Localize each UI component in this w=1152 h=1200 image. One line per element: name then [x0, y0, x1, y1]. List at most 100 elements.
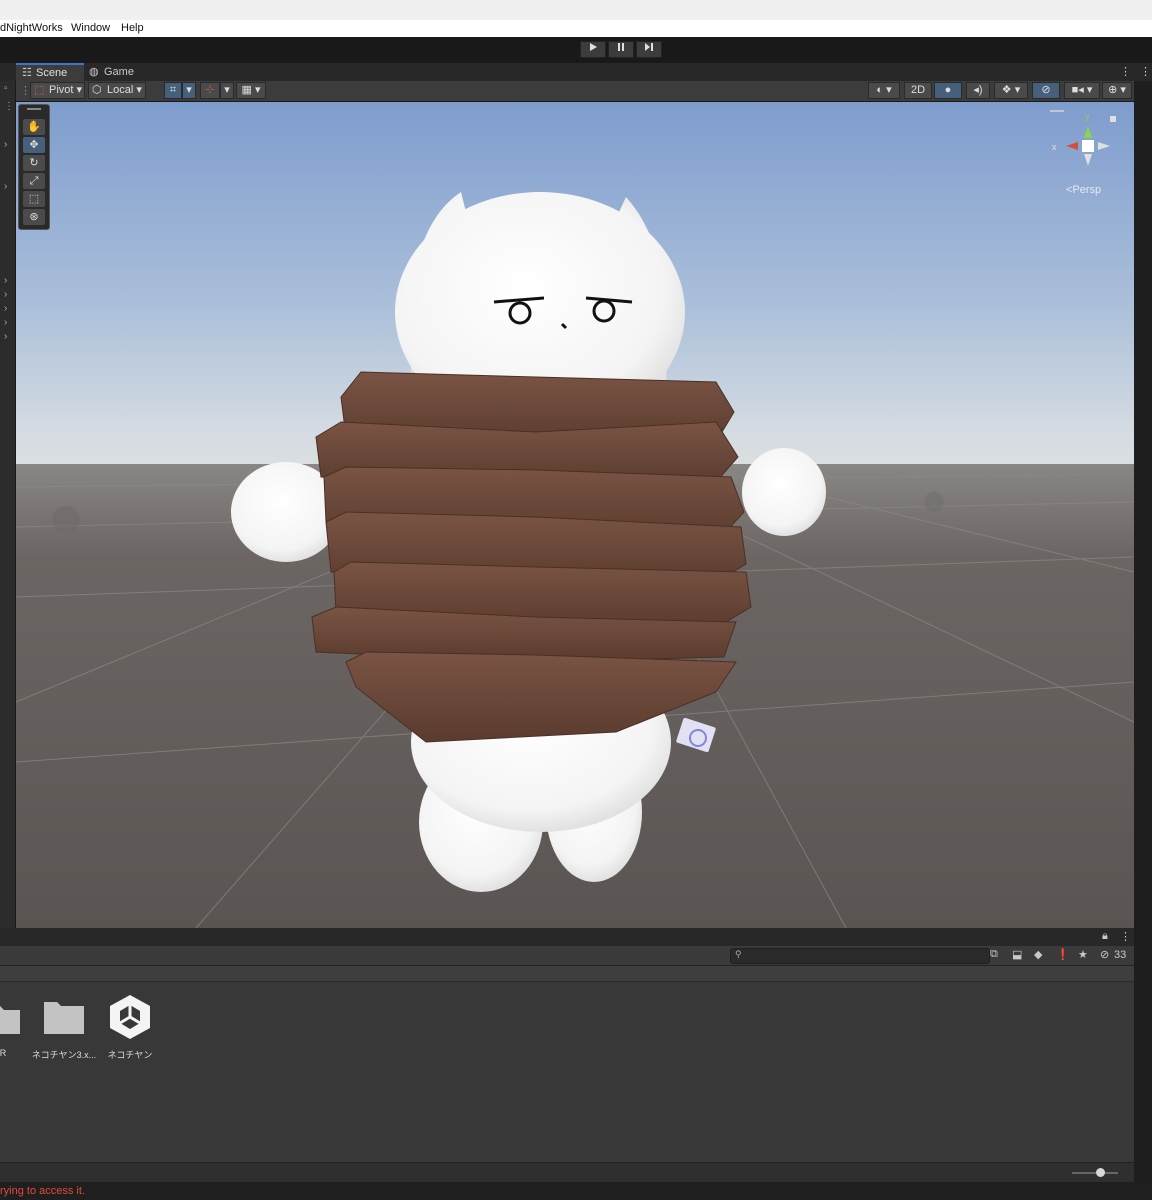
play-button[interactable] [580, 41, 606, 58]
prefab-item[interactable] [108, 993, 152, 1041]
right-edge-panel [1134, 928, 1152, 1182]
menu-item-company[interactable]: dNightWorks [0, 22, 63, 34]
2d-toggle[interactable]: 2D [904, 82, 932, 99]
tab-scene[interactable]: ☷ Scene [16, 63, 84, 81]
chevron-right-icon[interactable]: › [4, 181, 7, 192]
pivot-icon: ⬚ [34, 84, 45, 96]
shading-icon: ◐ [876, 84, 884, 96]
zoom-slider-thumb[interactable] [1096, 1168, 1105, 1177]
dock-icon[interactable]: ▫ [4, 83, 8, 94]
rect-icon: ⬚ [28, 193, 40, 205]
menu-bar: dNightWorks Window Help [0, 20, 1152, 37]
rotate-icon: ↻ [29, 157, 39, 169]
hidden-packages-count: 33 [1114, 949, 1127, 961]
increment-snap-toggle[interactable]: ⊹ [200, 82, 220, 99]
gamepad-icon: ◍ [89, 66, 99, 78]
move-tool[interactable]: ✥ [23, 137, 45, 153]
chevron-right-icon[interactable]: › [4, 275, 7, 286]
grid-snap-dropdown[interactable]: ▾ [182, 82, 196, 99]
snap-icon: ⊹ [205, 84, 215, 96]
rotate-tool[interactable]: ↻ [23, 155, 45, 171]
panel-menu-icon[interactable]: ⋮ [1140, 65, 1151, 78]
move-icon: ✥ [29, 139, 39, 151]
scene-viewport[interactable]: y x <Persp [16, 102, 1134, 928]
grid-icon: ▦ [241, 84, 252, 96]
project-search-filters: ⧉ ⬓ ◆ ❗ ★ ⊘ 33 [990, 948, 1134, 964]
asset-label: R [0, 1048, 7, 1058]
step-button[interactable] [636, 41, 662, 58]
tab-game-label: Game [104, 66, 134, 78]
tool-palette: ✋ ✥ ↻ ⤢ ⬚ ⊛ [18, 104, 50, 230]
filter-by-type-icon[interactable]: ⬓ [1012, 948, 1022, 961]
increment-snap-dropdown[interactable]: ▾ [220, 82, 234, 99]
favorite-star-icon[interactable]: ★ [1078, 948, 1088, 961]
main-toolbar [0, 37, 1152, 63]
gizmo-y-label: y [1085, 111, 1090, 121]
chevron-right-icon[interactable]: › [4, 289, 7, 300]
chevron-right-icon[interactable]: › [4, 139, 7, 150]
scene-render [16, 102, 1134, 928]
persp-label[interactable]: <Persp [1066, 184, 1101, 196]
search-by-type-icon[interactable]: ⧉ [990, 948, 998, 961]
orientation-gizmo[interactable]: y x <Persp [1044, 108, 1124, 198]
local-dropdown[interactable]: ⬡ Local ▾ [88, 82, 146, 99]
persp-text: Persp [1072, 184, 1102, 196]
dock-menu-icon-2[interactable]: ⋮ [4, 101, 14, 112]
hidden-packages-icon[interactable]: ⊘ [1100, 948, 1109, 961]
menu-item-window[interactable]: Window [71, 22, 110, 34]
transform-tool[interactable]: ⊛ [23, 209, 45, 225]
panel-menu-icon[interactable]: ⋮ [1120, 930, 1131, 943]
grid-visibility-dropdown[interactable]: ▦ ▾ [236, 82, 266, 99]
scene-tab-bar: ☷ Scene ◍ Game ⋮ ⋮ [0, 63, 1152, 81]
project-breadcrumb [0, 966, 1134, 982]
menu-item-help[interactable]: Help [121, 22, 144, 34]
local-label: Local [107, 84, 134, 96]
folder-item[interactable] [43, 1000, 85, 1040]
camera-icon: ■◂ [1071, 84, 1084, 96]
audio-toggle[interactable]: ◂) [966, 82, 990, 99]
eye-slash-icon: ⊘ [1041, 84, 1051, 96]
scale-tool[interactable]: ⤢ [23, 173, 45, 189]
grid-snap-icon: ⌗ [169, 84, 177, 96]
zoom-slider-track[interactable] [1072, 1172, 1118, 1174]
effects-dropdown[interactable]: ❖ ▾ [994, 82, 1028, 99]
rect-tool[interactable]: ⬚ [23, 191, 45, 207]
panel-menu-icon[interactable]: ⋮ [1120, 65, 1131, 78]
tab-game[interactable]: ◍ Game [88, 63, 148, 81]
folder-item[interactable] [0, 1000, 20, 1040]
camera-dropdown[interactable]: ■◂ ▾ [1064, 82, 1100, 99]
folder-icon [44, 1002, 84, 1034]
scene-toolbar: ⋮ ⬚ Pivot ▾ ⬡ Local ▾ ⌗ ▾ ⊹ ▾ ▦ ▾ ◐ ▾ 2D… [16, 81, 1134, 102]
chevron-right-icon[interactable]: › [4, 317, 7, 328]
drag-handle[interactable] [27, 108, 41, 110]
scene-visibility-toggle[interactable]: ⊘ [1032, 82, 1060, 99]
pivot-dropdown[interactable]: ⬚ Pivot ▾ [30, 82, 85, 99]
pause-button[interactable] [608, 41, 634, 58]
scene-icon: ☷ [22, 67, 32, 79]
search-input[interactable]: ⚲ [730, 948, 990, 964]
project-panel-header: 🔒︎ ⋮ [0, 928, 1134, 946]
gizmo-x-label: x [1052, 142, 1057, 152]
unity-prefab-icon [110, 995, 150, 1039]
gizmos-dropdown[interactable]: ⊕ ▾ [1102, 82, 1132, 99]
lock-icon[interactable]: 🔒︎ [1102, 930, 1108, 943]
hand-icon: ✋ [27, 121, 41, 133]
pause-icon [618, 43, 624, 51]
speaker-icon: ◂) [973, 84, 983, 96]
draw-mode-dropdown[interactable]: ◐ ▾ [868, 82, 900, 99]
asset-label: ネコチヤン [107, 1050, 153, 1060]
filter-by-label-icon[interactable]: ◆ [1034, 948, 1042, 961]
layers-icon: ❖ [1001, 84, 1012, 96]
chevron-right-icon[interactable]: › [4, 303, 7, 314]
chevron-right-icon[interactable]: › [4, 331, 7, 342]
warning-filter-icon[interactable]: ❗ [1056, 948, 1070, 961]
pivot-label: Pivot [49, 84, 74, 96]
cube-icon: ⬡ [92, 84, 102, 96]
folder-icon [0, 1006, 20, 1034]
lighting-toggle[interactable]: ● [934, 82, 962, 99]
grid-snap-toggle[interactable]: ⌗ [164, 82, 182, 99]
right-edge-panel [1134, 81, 1152, 928]
console-error-message[interactable]: rying to access it. [0, 1185, 85, 1197]
hand-tool[interactable]: ✋ [23, 119, 45, 135]
play-icon [590, 43, 597, 51]
